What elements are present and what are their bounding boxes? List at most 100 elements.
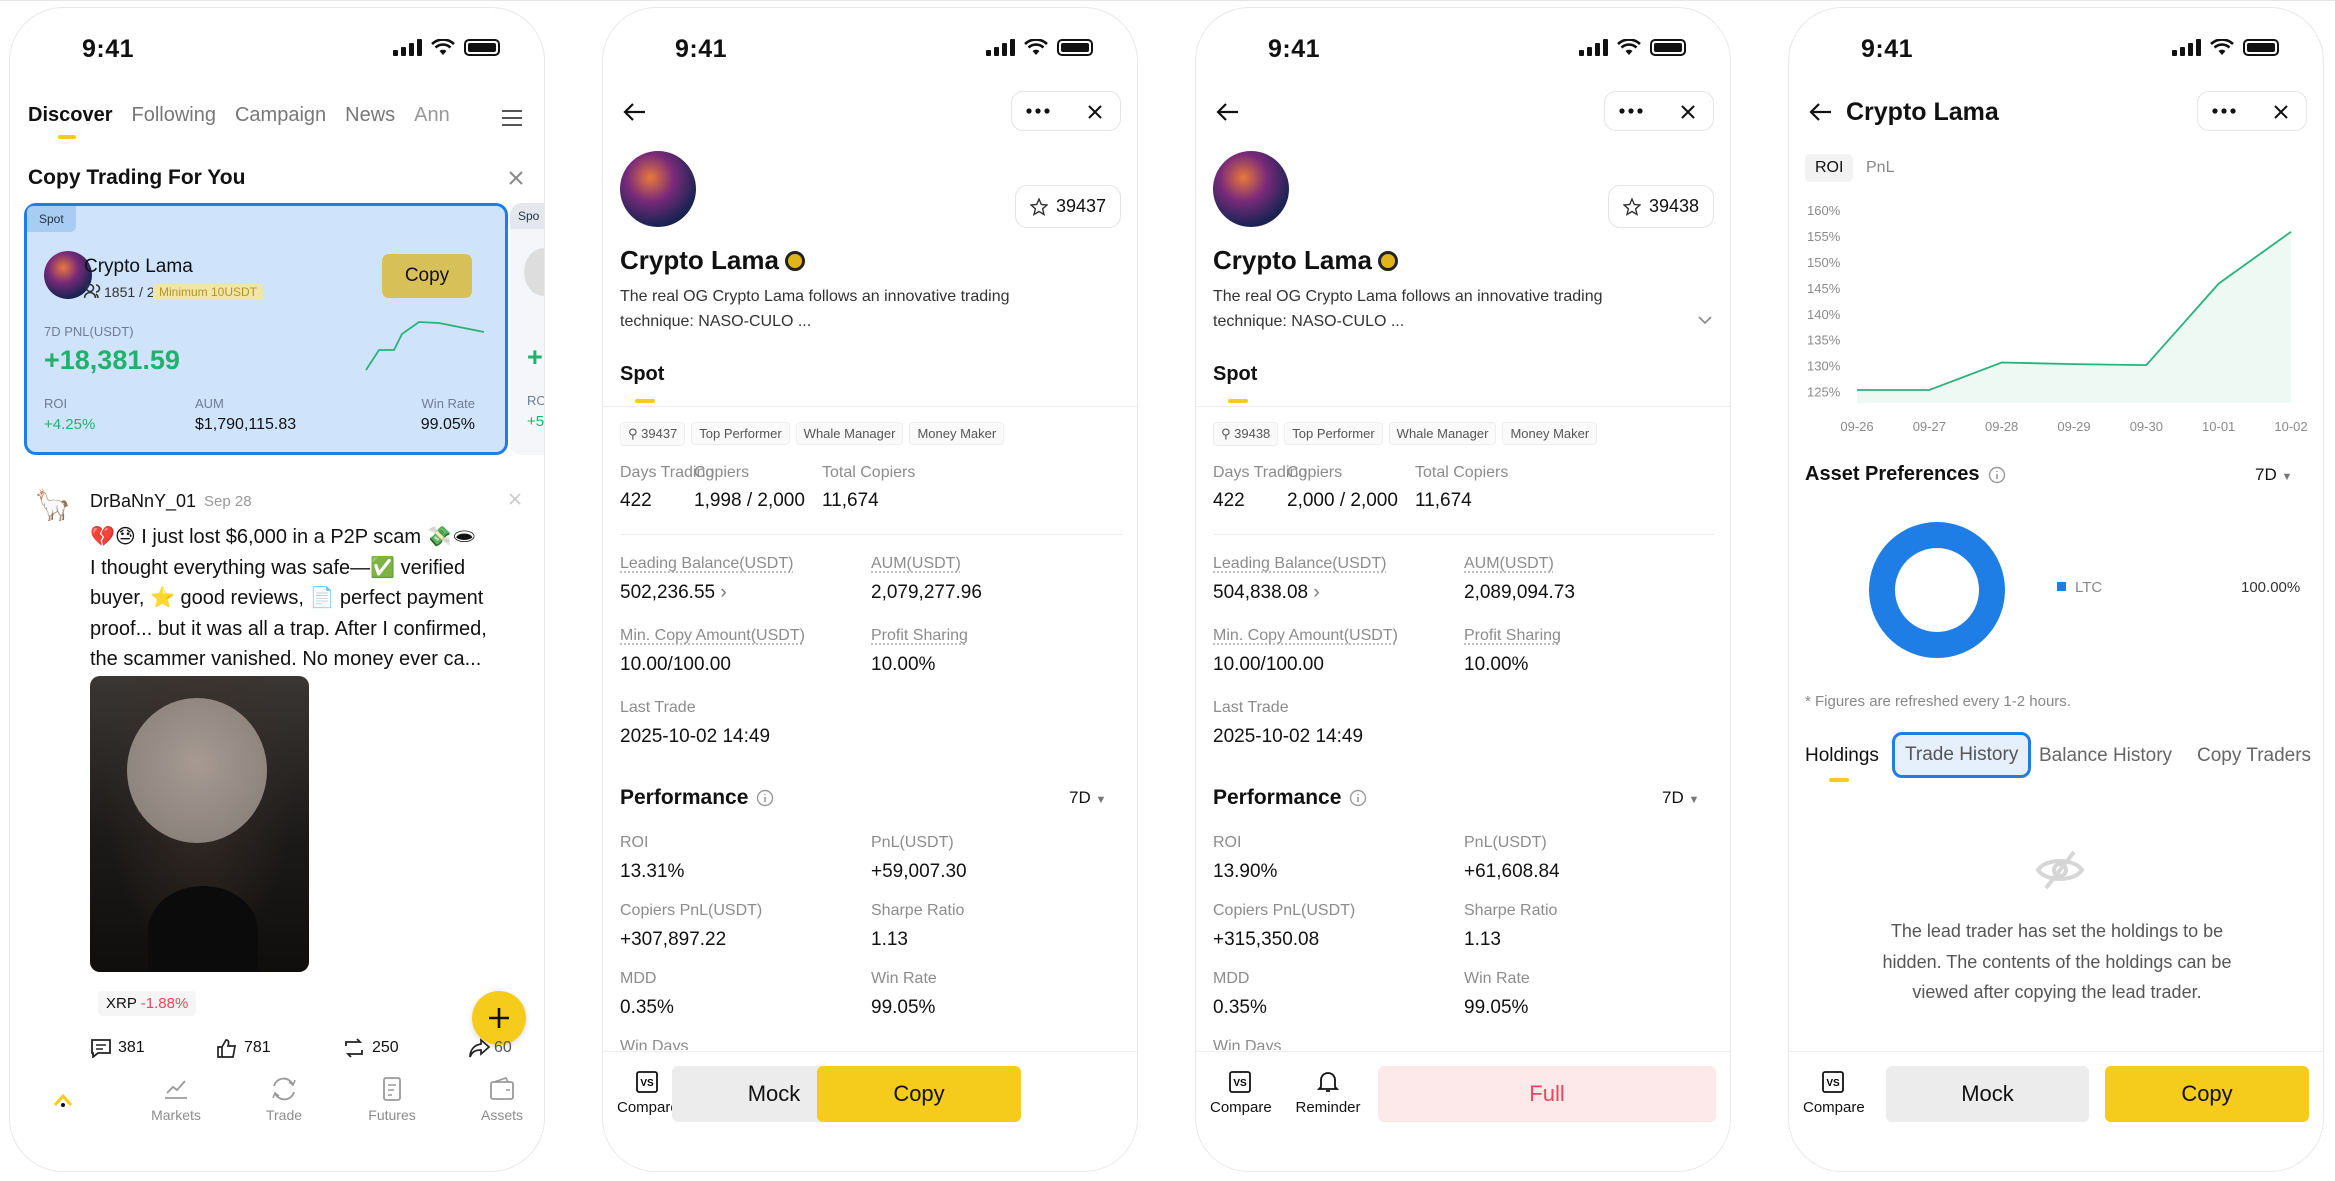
aum-label[interactable]: AUM(USDT) (1464, 555, 1554, 573)
dismiss-icon[interactable] (508, 492, 522, 506)
status-bar: 9:41 (1789, 8, 2323, 78)
new-post-button[interactable] (472, 991, 526, 1045)
repost-action[interactable]: 250 (342, 1038, 399, 1058)
header-actions (2197, 91, 2307, 131)
tab-spot[interactable]: Spot (1213, 363, 1257, 386)
period-select[interactable]: 7D ▼ (1662, 788, 1699, 808)
thumbs-up-icon (217, 1039, 237, 1058)
copy-button[interactable]: Copy (382, 254, 472, 298)
leading-balance-label[interactable]: Leading Balance(USDT) (620, 555, 793, 573)
min-copy-label[interactable]: Min. Copy Amount(USDT) (620, 627, 805, 645)
tab-balance-history[interactable]: Balance History (2039, 745, 2172, 767)
leading-balance-value[interactable]: 504,838.08 › (1213, 582, 1320, 604)
tag-whale-manager: Whale Manager (1388, 422, 1497, 445)
period-select[interactable]: 7D ▼ (1069, 788, 1106, 808)
leading-balance-label[interactable]: Leading Balance(USDT) (1213, 555, 1386, 573)
share-action[interactable]: 60 (468, 1038, 512, 1058)
ticker-chip[interactable]: XRP -1.88% (98, 991, 197, 1016)
period-select[interactable]: 7D ▼ (2255, 465, 2292, 485)
aum-value: $1,790,115.83 (195, 416, 297, 433)
close-icon[interactable] (2273, 104, 2289, 120)
comment-action[interactable]: 381 (90, 1038, 145, 1058)
performance-heading: Performance (1213, 786, 1367, 810)
refresh-note: * Figures are refreshed every 1-2 hours. (1805, 693, 2071, 710)
reminder-button[interactable]: Reminder (1288, 1070, 1368, 1116)
signal-icon (986, 39, 1015, 56)
compare-button[interactable]: VS Compare (1210, 1070, 1272, 1116)
info-icon[interactable] (1349, 789, 1367, 807)
win-days-label: Win Days (620, 1038, 689, 1050)
phone-trader-profile: 9:41 39437 Crypto Lama The real OG Crypt… (602, 7, 1138, 1172)
info-icon[interactable] (756, 789, 774, 807)
trader-card[interactable]: Spot Crypto Lama 1851 / 2000 Minimum 10U… (24, 203, 508, 455)
trade-icon (272, 1077, 296, 1101)
winrate-value: 99.05% (420, 416, 475, 433)
sharpe-value: 1.13 (871, 929, 908, 950)
y-tick-label: 160% (1807, 203, 1841, 218)
like-action[interactable]: 781 (216, 1038, 271, 1058)
nav-assets[interactable]: Assets (470, 1076, 534, 1123)
ticker-symbol: XRP (106, 995, 137, 1012)
favorite-button[interactable]: 39438 (1608, 185, 1714, 228)
trader-bio[interactable]: The real OG Crypto Lama follows an innov… (620, 284, 1010, 334)
post-avatar[interactable]: 🦙 (34, 488, 71, 532)
message-line: The lead trader has set the holdings to … (1890, 921, 2224, 941)
last-trade-label: Last Trade (620, 699, 696, 716)
back-arrow-icon[interactable] (1809, 102, 1833, 122)
min-copy-label[interactable]: Min. Copy Amount(USDT) (1213, 627, 1398, 645)
leading-balance-value[interactable]: 502,236.55 › (620, 582, 727, 604)
nav-trade[interactable]: Trade (252, 1076, 316, 1123)
trader-bio[interactable]: The real OG Crypto Lama follows an innov… (1213, 284, 1603, 334)
mock-button[interactable]: Mock (1886, 1066, 2089, 1122)
comment-count: 381 (118, 1039, 145, 1056)
nav-label: Markets (151, 1107, 201, 1123)
back-arrow-icon[interactable] (1216, 102, 1240, 122)
compare-icon: VS (636, 1071, 658, 1093)
tab-spot[interactable]: Spot (620, 363, 664, 386)
y-tick-label: 130% (1807, 359, 1841, 374)
compare-button[interactable]: VS Compare (1803, 1070, 1865, 1116)
status-bar: 9:41 (1196, 8, 1730, 78)
post-username[interactable]: DrBaNnY_01 (90, 491, 196, 512)
close-icon[interactable] (508, 170, 524, 186)
favorite-button[interactable]: 39437 (1015, 185, 1121, 228)
holdings-hidden-message: The lead trader has set the holdings to … (1789, 916, 2323, 1008)
aum-label[interactable]: AUM(USDT) (871, 555, 961, 573)
pnl-label: PnL(USDT) (871, 834, 954, 851)
pnl-value: +59,007.30 (871, 861, 967, 882)
period-value: 7D (2255, 465, 2277, 484)
pnl-label: 7D PNL(USDT) (44, 324, 134, 339)
back-arrow-icon[interactable] (623, 102, 647, 122)
copy-button[interactable]: Copy (2105, 1066, 2309, 1122)
tab-announcements[interactable]: Ann (414, 104, 450, 127)
menu-icon[interactable] (502, 109, 522, 127)
post-line: 💔😓 I just lost $6,000 in a P2P scam 💸🕳 (90, 526, 477, 548)
more-icon[interactable] (1026, 108, 1050, 114)
post-image[interactable] (90, 676, 309, 972)
compare-button[interactable]: VS Compare (617, 1070, 679, 1116)
tab-news[interactable]: News (345, 104, 395, 127)
expand-chevron-icon[interactable] (1698, 316, 1712, 325)
copy-button[interactable]: Copy (817, 1066, 1021, 1122)
tab-trade-history[interactable]: Trade History (1892, 732, 2032, 778)
nav-label: Futures (368, 1107, 416, 1123)
close-icon[interactable] (1680, 104, 1696, 120)
home-icon[interactable] (52, 1091, 74, 1109)
more-icon[interactable] (2212, 108, 2236, 114)
nav-futures[interactable]: Futures (360, 1076, 424, 1123)
next-trader-card[interactable]: Spo +1 ROI +5. (510, 203, 544, 455)
close-icon[interactable] (1087, 104, 1103, 120)
tab-discover[interactable]: Discover (28, 104, 113, 127)
info-icon[interactable] (1988, 466, 2006, 484)
tab-holdings[interactable]: Holdings (1805, 745, 1879, 767)
tab-campaign[interactable]: Campaign (235, 104, 326, 127)
nav-markets[interactable]: Markets (144, 1076, 208, 1123)
tab-pnl[interactable]: PnL (1866, 159, 1894, 177)
tab-roi[interactable]: ROI (1805, 154, 1854, 182)
profit-sharing-label[interactable]: Profit Sharing (871, 627, 968, 645)
profit-sharing-label[interactable]: Profit Sharing (1464, 627, 1561, 645)
x-tick-label: 09-28 (1985, 419, 2018, 433)
tab-copy-traders[interactable]: Copy Traders (2197, 745, 2323, 767)
tab-following[interactable]: Following (132, 104, 216, 127)
more-icon[interactable] (1619, 108, 1643, 114)
